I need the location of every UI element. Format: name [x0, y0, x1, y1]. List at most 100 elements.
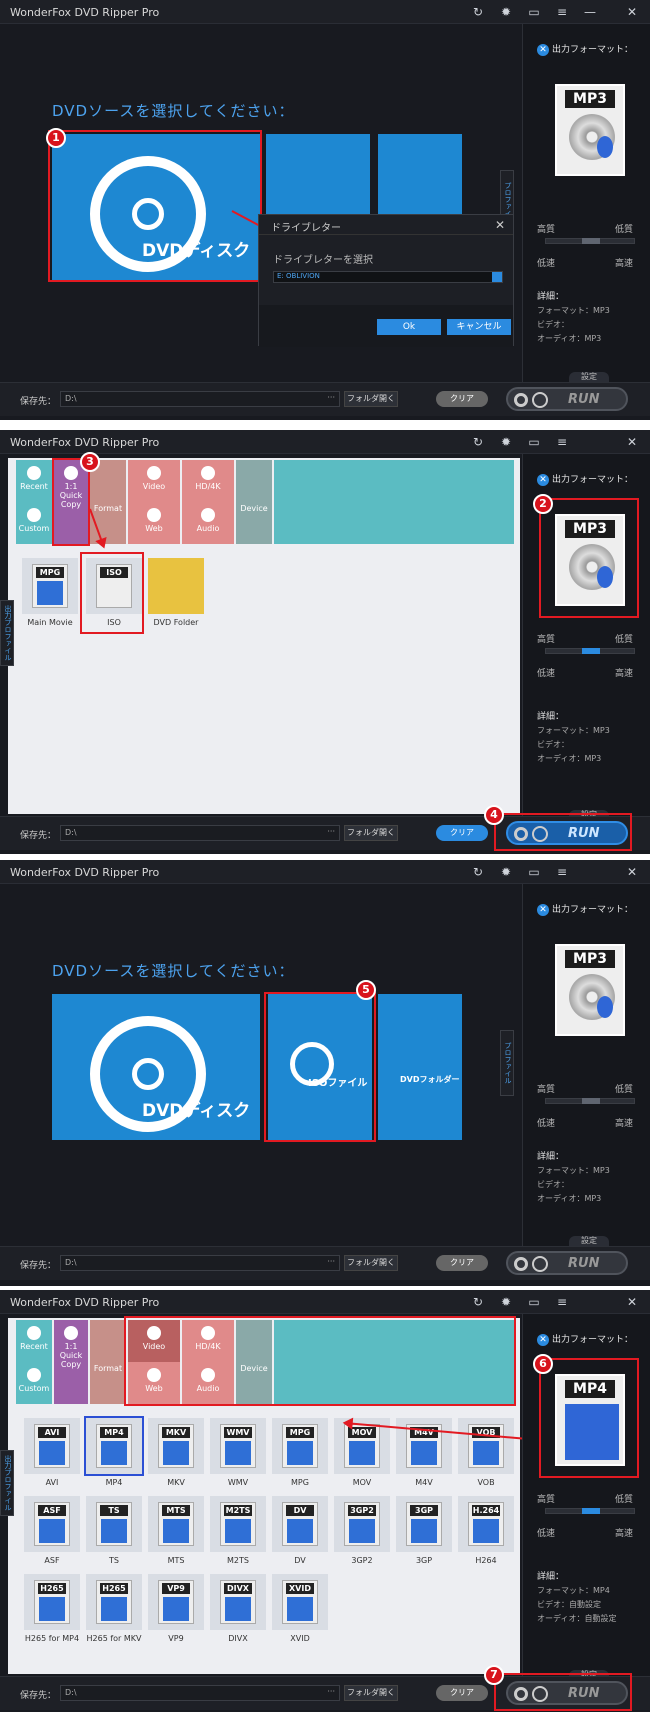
slider-knob[interactable] [582, 1508, 600, 1514]
format-item-mpg[interactable]: MPG MPG [270, 1418, 330, 1487]
cat-recent[interactable]: Recent [16, 460, 52, 502]
quality-slider[interactable] [545, 648, 635, 654]
format-close-icon[interactable]: ✕ [537, 44, 549, 56]
cat-device[interactable]: Device [236, 460, 272, 544]
refresh-icon[interactable]: ↻ [470, 864, 486, 880]
close-icon[interactable]: ✕ [624, 4, 640, 20]
settings-tab[interactable]: 設定 [569, 1236, 609, 1246]
format-item-mkv[interactable]: MKV MKV [146, 1418, 206, 1487]
menu-icon[interactable]: ≡ [554, 864, 570, 880]
format-close-icon[interactable]: ✕ [537, 904, 549, 916]
menu-icon[interactable]: ≡ [554, 434, 570, 450]
drive-select[interactable]: E: OBLIVION [273, 271, 503, 283]
ok-button[interactable]: Ok [377, 319, 441, 335]
format-item-wmv[interactable]: WMV WMV [208, 1418, 268, 1487]
profile-side-tab[interactable]: プロファイル [500, 1030, 514, 1096]
gear-icon[interactable]: ✹ [498, 434, 514, 450]
cat-hd[interactable]: HD/4K [182, 460, 234, 502]
gear-icon[interactable]: ✹ [498, 864, 514, 880]
chat-icon[interactable]: ▭ [526, 434, 542, 450]
refresh-icon[interactable]: ↻ [470, 1294, 486, 1310]
cat-video[interactable]: Video [128, 460, 180, 502]
list-item-main-movie[interactable]: MPG Main Movie [20, 558, 80, 627]
chat-icon[interactable]: ▭ [526, 864, 542, 880]
slider-knob[interactable] [582, 1098, 600, 1104]
format-item-asf[interactable]: ASF ASF [22, 1496, 82, 1565]
save-path-input[interactable]: D:\ ··· [60, 825, 340, 841]
format-item-vob[interactable]: VOB VOB [456, 1418, 516, 1487]
settings-tab[interactable]: 設定 [569, 372, 609, 382]
save-path-input[interactable]: D:\ ··· [60, 1255, 340, 1271]
cat-web[interactable]: Web [128, 502, 180, 544]
format-item-3gp[interactable]: 3GP 3GP [394, 1496, 454, 1565]
profile-side-tab[interactable]: 出力プロファイル [0, 600, 14, 666]
format-label: MP4 [105, 1478, 123, 1487]
close-icon[interactable]: ✕ [624, 1294, 640, 1310]
format-item-vp9[interactable]: VP9 VP9 [146, 1574, 206, 1643]
format-item-m2ts[interactable]: M2TS M2TS [208, 1496, 268, 1565]
dialog-close-icon[interactable]: ✕ [495, 218, 505, 232]
format-item-avi[interactable]: AVI AVI [22, 1418, 82, 1487]
cat-recent[interactable]: Recent [16, 1320, 52, 1362]
format-item-mts[interactable]: MTS MTS [146, 1496, 206, 1565]
format-item-3gp2[interactable]: 3GP2 3GP2 [332, 1496, 392, 1565]
run-button[interactable]: RUN [506, 1251, 628, 1275]
format-close-icon[interactable]: ✕ [537, 1334, 549, 1346]
minimize-icon[interactable]: — [582, 4, 598, 20]
refresh-icon[interactable]: ↻ [470, 4, 486, 20]
gear-icon[interactable]: ✹ [498, 4, 514, 20]
format-item-mov[interactable]: MOV MOV [332, 1418, 392, 1487]
browse-dots[interactable]: ··· [327, 827, 335, 836]
dvd-disk-tile[interactable]: DVDディスク [52, 994, 260, 1140]
format-item-mp4[interactable]: MP4 MP4 [84, 1416, 144, 1487]
open-folder-button[interactable]: フォルダ開く [344, 1255, 398, 1271]
open-folder-button[interactable]: フォルダ開く [344, 1685, 398, 1701]
format-item-xvid[interactable]: XVID XVID [270, 1574, 330, 1643]
clear-button[interactable]: クリア [436, 825, 488, 841]
format-item-h264[interactable]: H.264 H264 [456, 1496, 516, 1565]
format-close-icon[interactable]: ✕ [537, 474, 549, 486]
quality-slider[interactable] [545, 1508, 635, 1514]
cat-audio[interactable]: Audio [182, 502, 234, 544]
menu-icon[interactable]: ≡ [554, 1294, 570, 1310]
refresh-icon[interactable]: ↻ [470, 434, 486, 450]
save-path-input[interactable]: D:\ ··· [60, 391, 340, 407]
output-format-box[interactable]: MP3 [555, 944, 625, 1036]
clear-button[interactable]: クリア [436, 391, 488, 407]
cat-quick-copy[interactable]: 1:1 Quick Copy [54, 1320, 88, 1404]
close-icon[interactable]: ✕ [624, 434, 640, 450]
format-item-h265-for-mp4[interactable]: H265 H265 for MP4 [22, 1574, 82, 1643]
slider-knob[interactable] [582, 648, 600, 654]
open-folder-button[interactable]: フォルダ開く [344, 391, 398, 407]
browse-dots[interactable]: ··· [327, 1687, 335, 1696]
clear-button[interactable]: クリア [436, 1255, 488, 1271]
clear-button[interactable]: クリア [436, 1685, 488, 1701]
format-item-ts[interactable]: TS TS [84, 1496, 144, 1565]
menu-icon[interactable]: ≡ [554, 4, 570, 20]
open-folder-button[interactable]: フォルダ開く [344, 825, 398, 841]
cat-format[interactable]: Format [90, 460, 126, 544]
format-item-h265-for-mkv[interactable]: H265 H265 for MKV [84, 1574, 144, 1643]
chat-icon[interactable]: ▭ [526, 4, 542, 20]
quality-low: 低質 [615, 1085, 634, 1095]
format-item-divx[interactable]: DIVX DIVX [208, 1574, 268, 1643]
cat-custom[interactable]: Custom [16, 502, 52, 544]
output-format-box[interactable]: MP3 [555, 84, 625, 176]
quality-slider[interactable] [545, 238, 635, 244]
slider-knob[interactable] [582, 238, 600, 244]
save-path-input[interactable]: D:\ ··· [60, 1685, 340, 1701]
list-item-dvd-folder[interactable]: DVD Folder [146, 558, 206, 627]
cat-custom[interactable]: Custom [16, 1362, 52, 1404]
browse-dots[interactable]: ··· [327, 393, 335, 402]
run-button[interactable]: RUN [506, 387, 628, 411]
quality-slider[interactable] [545, 1098, 635, 1104]
close-icon[interactable]: ✕ [624, 864, 640, 880]
profile-side-tab[interactable]: 出力プロファイル [0, 1450, 14, 1516]
cancel-button[interactable]: キャンセル [447, 319, 511, 335]
browse-dots[interactable]: ··· [327, 1257, 335, 1266]
gear-icon[interactable]: ✹ [498, 1294, 514, 1310]
chat-icon[interactable]: ▭ [526, 1294, 542, 1310]
cat-format[interactable]: Format [90, 1320, 126, 1404]
dvd-folder-tile[interactable]: DVDフォルダー [378, 994, 462, 1140]
format-item-dv[interactable]: DV DV [270, 1496, 330, 1565]
